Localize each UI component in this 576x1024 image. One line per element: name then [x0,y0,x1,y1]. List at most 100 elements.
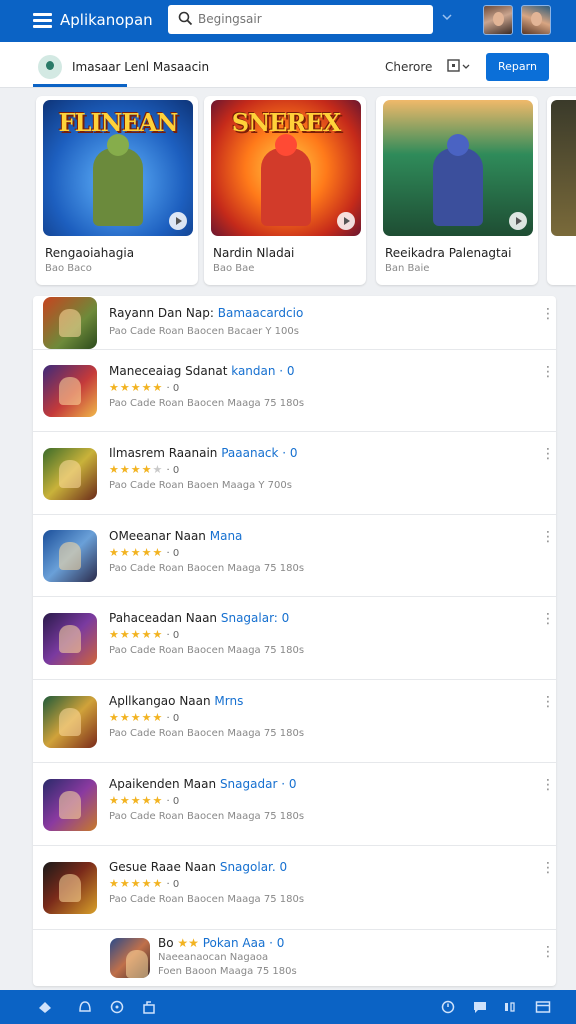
more-options-icon[interactable]: ⋮ [541,860,555,876]
developer-link[interactable]: Mrns [214,694,243,708]
more-options-icon[interactable]: ⋮ [541,694,555,710]
avatar[interactable] [521,5,551,35]
card-subtitle: Ban Baie [385,263,430,274]
star-rating: ★★★★★ · 0 [109,381,180,394]
app-name-text: Pahaceadan Naan [109,611,221,625]
app-name-text: Bo [158,936,178,950]
avatar[interactable] [483,5,513,35]
developer-link[interactable]: Snagolar. 0 [220,860,287,874]
game-thumbnail[interactable] [43,613,97,665]
clock-icon[interactable] [440,999,456,1015]
chevron-down-icon[interactable] [441,11,453,23]
hamburger-menu-icon[interactable] [33,13,52,28]
featured-card-partial[interactable] [547,96,576,285]
featured-card[interactable]: FLINEAN Rengaoiahagia Bao Baco [36,96,198,285]
bottom-nav-bar [0,990,576,1024]
rating-count: · 0 [163,796,180,807]
app-name[interactable]: Apaikenden Maan Snagadar · 0 [109,777,296,791]
active-tab-indicator [33,84,127,87]
app-name[interactable]: Ilmasrem Raanain Paaanack · 0 [109,446,298,460]
rating-count: · 0 [163,465,180,476]
sort-dropdown[interactable]: Cherore [385,60,432,74]
featured-card[interactable]: Reeikadra Palenagtai Ban Baie [376,96,538,285]
star-rating: ★★★★★ · 0 [109,794,180,807]
chat-bubble-icon[interactable] [77,999,93,1015]
star-rating: ★★★★★ · 0 [109,628,180,641]
message-icon[interactable] [472,999,488,1015]
game-cover-art [383,100,533,236]
play-icon[interactable] [169,212,187,230]
section-tab-label[interactable]: Imasaar Lenl Masaacin [72,60,209,74]
game-thumbnail[interactable] [43,297,97,349]
app-name[interactable]: Maneceaiag Sdanat kandan · 0 [109,364,295,378]
play-icon[interactable] [337,212,355,230]
profile-icon[interactable] [38,55,62,79]
game-thumbnail[interactable] [43,696,97,748]
app-title: Aplikanopan [60,11,153,29]
app-name-text: Ilmasrem Raanain [109,446,222,460]
game-thumbnail[interactable] [110,938,150,978]
search-icon [178,11,193,26]
more-options-icon[interactable]: ⋮ [541,611,555,627]
more-options-icon[interactable]: ⋮ [541,446,555,462]
primary-action-button[interactable]: Reparn [486,53,549,81]
app-meta: Pao Cade Roan Baoen Maaga Y 700s [109,480,292,491]
compass-icon[interactable] [109,999,125,1015]
list-item[interactable]: Apllkangao Naan Mrns ★★★★★ · 0 Pao Cade Ro… [33,680,556,763]
view-toggle-icon[interactable] [446,58,472,74]
list-item[interactable]: OMeeanar Naan Mana ★★★★★ · 0 Pao Cade Roan… [33,515,556,597]
bag-icon[interactable] [141,999,157,1015]
list-item[interactable]: Pahaceadan Naan Snagalar: 0 ★★★★★ · 0 Pao … [33,597,556,680]
card-subtitle: Bao Baco [45,263,92,274]
developer-link[interactable]: Bamaacardcio [218,306,304,320]
search-input[interactable] [198,9,423,29]
wallet-icon[interactable] [535,999,551,1015]
app-name-text: Apaikenden Maan [109,777,220,791]
list-item[interactable]: Bo ★★ Pokan Aaa · 0 Naeeanaocan Nagaoa Foe… [33,930,556,986]
game-thumbnail[interactable] [43,862,97,914]
app-meta-secondary: Foen Baoon Maaga 75 180s [158,966,297,977]
list-item[interactable]: Ilmasrem Raanain Paaanack · 0 ★★★★★ · 0 Pa… [33,432,556,515]
cover-title-art: SNEREX [231,108,341,137]
developer-link[interactable]: Mana [210,529,243,543]
game-thumbnail[interactable] [43,448,97,500]
app-meta: Naeeanaocan Nagaoa [158,952,269,963]
play-icon[interactable] [509,212,527,230]
list-item[interactable]: Rayann Dan Nap: Bamaacardcio Pao Cade Roa… [33,296,556,350]
developer-link[interactable]: Snagadar · 0 [220,777,297,791]
home-icon[interactable] [37,999,53,1015]
app-name[interactable]: Bo ★★ Pokan Aaa · 0 [158,936,284,950]
rating-count: · 0 [163,383,180,394]
star-rating: ★★★★★ · 0 [109,546,180,559]
rating-count: · 0 [163,630,180,641]
columns-icon[interactable] [503,999,519,1015]
game-thumbnail[interactable] [43,530,97,582]
list-item[interactable]: Gesue Raae Naan Snagolar. 0 ★★★★★ · 0 Pao … [33,846,556,930]
developer-link[interactable]: Paaanack · 0 [221,446,297,460]
more-options-icon[interactable]: ⋮ [541,306,555,322]
app-name-text: Maneceaiag Sdanat [109,364,232,378]
list-item[interactable]: Maneceaiag Sdanat kandan · 0 ★★★★★ · 0 Pao… [33,350,556,432]
app-name[interactable]: Rayann Dan Nap: Bamaacardcio [109,306,303,320]
app-name[interactable]: Pahaceadan Naan Snagalar: 0 [109,611,289,625]
card-subtitle: Bao Bae [213,263,255,274]
developer-link[interactable]: kandan · 0 [231,364,294,378]
app-name[interactable]: Gesue Raae Naan Snagolar. 0 [109,860,287,874]
more-options-icon[interactable]: ⋮ [541,944,555,960]
more-options-icon[interactable]: ⋮ [541,529,555,545]
more-options-icon[interactable]: ⋮ [541,777,555,793]
star-icon: ★★ [177,936,203,950]
developer-link[interactable]: Pokan Aaa · 0 [203,936,285,950]
app-meta: Pao Cade Roan Baocen Maaga 75 180s [109,563,305,574]
app-meta: Pao Cade Roan Baocen Maaga 75 180s [109,398,305,409]
card-title: Nardin Nladai [213,246,295,260]
search-box[interactable] [168,5,433,34]
more-options-icon[interactable]: ⋮ [541,364,555,380]
game-thumbnail[interactable] [43,779,97,831]
developer-link[interactable]: Snagalar: 0 [221,611,289,625]
featured-card[interactable]: SNEREX Nardin Nladai Bao Bae [204,96,366,285]
app-name[interactable]: Apllkangao Naan Mrns [109,694,243,708]
list-item[interactable]: Apaikenden Maan Snagadar · 0 ★★★★★ · 0 Pao… [33,763,556,846]
app-name[interactable]: OMeeanar Naan Mana [109,529,242,543]
game-thumbnail[interactable] [43,365,97,417]
